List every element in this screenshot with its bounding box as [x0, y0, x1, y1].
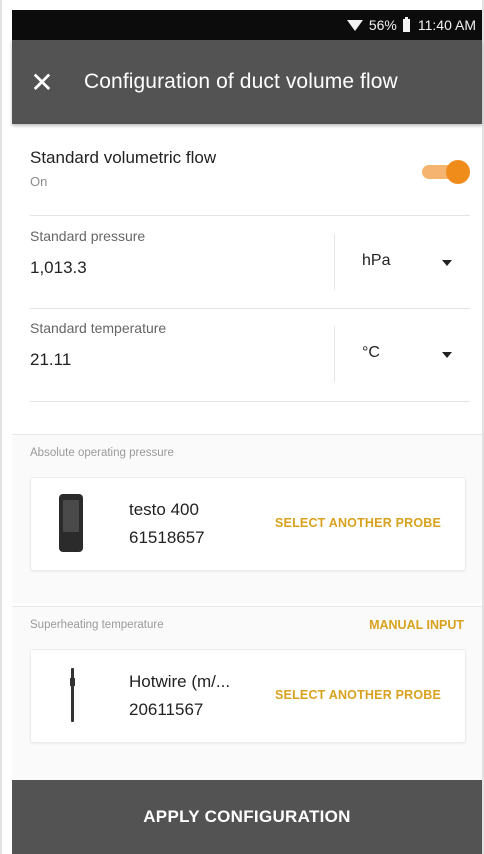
field-separator — [334, 326, 335, 382]
standard-flow-row[interactable]: Standard volumetric flow On — [30, 148, 470, 189]
app-frame: 56% 11:40 AM ✕ Configuration of duct vol… — [0, 0, 484, 854]
chevron-down-icon[interactable] — [442, 352, 452, 358]
probe-card: Hotwire (m/... 20611567 SELECT ANOTHER P… — [30, 649, 466, 743]
divider — [30, 308, 470, 309]
standard-flow-state: On — [30, 174, 48, 189]
superheating-label: Superheating temperature — [30, 619, 164, 631]
hotwire-probe-icon — [70, 668, 75, 722]
probe-name: testo 400 — [129, 500, 199, 519]
clock: 11:40 AM — [417, 17, 476, 33]
temperature-unit-select[interactable]: °C — [362, 344, 380, 362]
manual-input-button[interactable]: MANUAL INPUT — [369, 618, 464, 632]
divider — [30, 215, 470, 216]
battery-percent: 56% — [368, 17, 397, 33]
probe-serial: 20611567 — [129, 700, 204, 719]
standard-flow-toggle[interactable] — [422, 160, 470, 184]
divider — [30, 401, 470, 402]
absolute-pressure-section: Absolute operating pressure testo 400 61… — [12, 434, 482, 603]
toggle-thumb — [446, 160, 470, 184]
close-icon[interactable]: ✕ — [12, 40, 72, 124]
field-separator — [334, 234, 335, 290]
standard-pressure-field[interactable]: Standard pressure 1,013.3 hPa — [30, 228, 470, 310]
standard-pressure-value[interactable]: 1,013.3 — [30, 258, 87, 278]
probe-name: Hotwire (m/... — [129, 672, 231, 691]
superheating-section: Superheating temperature MANUAL INPUT Ho… — [12, 606, 482, 781]
battery-icon — [402, 16, 410, 32]
chevron-down-icon[interactable] — [442, 260, 452, 266]
testo-device-icon — [59, 494, 83, 552]
standard-pressure-label: Standard pressure — [30, 228, 146, 244]
standard-flow-label: Standard volumetric flow — [30, 148, 217, 167]
standard-temperature-value[interactable]: 21.11 — [30, 350, 71, 370]
standard-temperature-label: Standard temperature — [30, 320, 167, 336]
pressure-unit-select[interactable]: hPa — [362, 252, 390, 270]
wifi-icon — [346, 19, 363, 31]
select-another-probe-button[interactable]: SELECT ANOTHER PROBE — [275, 688, 441, 702]
probe-card: testo 400 61518657 SELECT ANOTHER PROBE — [30, 477, 466, 571]
absolute-pressure-label: Absolute operating pressure — [30, 447, 174, 459]
app-toolbar: ✕ Configuration of duct volume flow — [12, 40, 482, 124]
standard-temperature-field[interactable]: Standard temperature 21.11 °C — [30, 320, 470, 402]
status-bar: 56% 11:40 AM — [12, 10, 482, 40]
select-another-probe-button[interactable]: SELECT ANOTHER PROBE — [275, 516, 441, 530]
apply-configuration-button[interactable]: APPLY CONFIGURATION — [12, 780, 482, 854]
probe-serial: 61518657 — [129, 528, 205, 547]
page-title: Configuration of duct volume flow — [84, 70, 398, 93]
